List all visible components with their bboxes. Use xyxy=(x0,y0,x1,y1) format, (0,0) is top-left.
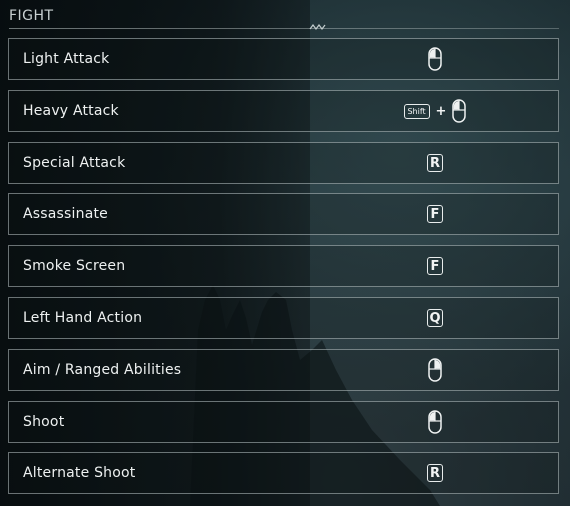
keybinding-row[interactable]: Light Attack xyxy=(8,38,559,80)
action-label: Light Attack xyxy=(23,51,110,67)
action-label: Shoot xyxy=(23,414,65,430)
keybinding-row[interactable]: Aim / Ranged Abilities xyxy=(8,349,559,391)
action-label: Heavy Attack xyxy=(23,103,119,119)
keyboard-key-icon: Q xyxy=(427,309,443,327)
action-label: Left Hand Action xyxy=(23,310,143,326)
keybinding-row[interactable]: Left Hand Action Q xyxy=(8,297,559,339)
keybinding-row[interactable]: Heavy Attack Shift + xyxy=(8,90,559,132)
keyboard-key-icon: F xyxy=(427,257,443,275)
keyboard-key-icon: F xyxy=(427,205,443,223)
plus-symbol: + xyxy=(435,103,447,119)
section-title: FIGHT xyxy=(9,8,54,24)
action-label: Special Attack xyxy=(23,155,126,171)
shift-key-icon: Shift xyxy=(403,103,430,119)
mouse-left-click-icon xyxy=(452,99,467,123)
key-binding[interactable]: Q xyxy=(399,298,471,338)
action-label: Smoke Screen xyxy=(23,258,126,274)
action-label: Assassinate xyxy=(23,206,108,222)
keybinding-row[interactable]: Special Attack R xyxy=(8,142,559,184)
keybinding-row[interactable]: Shoot xyxy=(8,401,559,443)
keybinding-row[interactable]: Smoke Screen F xyxy=(8,245,559,287)
header-ornament-icon xyxy=(309,24,326,30)
keyboard-key-icon: R xyxy=(427,464,443,482)
mouse-left-click-icon xyxy=(428,47,442,71)
header-divider xyxy=(9,28,559,29)
key-binding[interactable]: F xyxy=(399,194,471,234)
key-binding[interactable] xyxy=(399,350,471,390)
keyboard-key-icon: R xyxy=(427,154,443,172)
section-header: FIGHT xyxy=(9,4,559,30)
mouse-right-click-icon xyxy=(428,358,442,382)
keybinding-row[interactable]: Assassinate F xyxy=(8,193,559,235)
keybinding-row[interactable]: Alternate Shoot R xyxy=(8,452,559,494)
key-binding[interactable]: R xyxy=(399,143,471,183)
key-binding[interactable]: F xyxy=(399,246,471,286)
key-binding[interactable] xyxy=(399,39,471,79)
action-label: Alternate Shoot xyxy=(23,465,136,481)
action-label: Aim / Ranged Abilities xyxy=(23,362,182,378)
key-binding[interactable]: R xyxy=(399,453,471,493)
key-binding[interactable]: Shift + xyxy=(399,91,471,131)
key-binding[interactable] xyxy=(399,402,471,442)
mouse-left-click-icon xyxy=(428,410,442,434)
